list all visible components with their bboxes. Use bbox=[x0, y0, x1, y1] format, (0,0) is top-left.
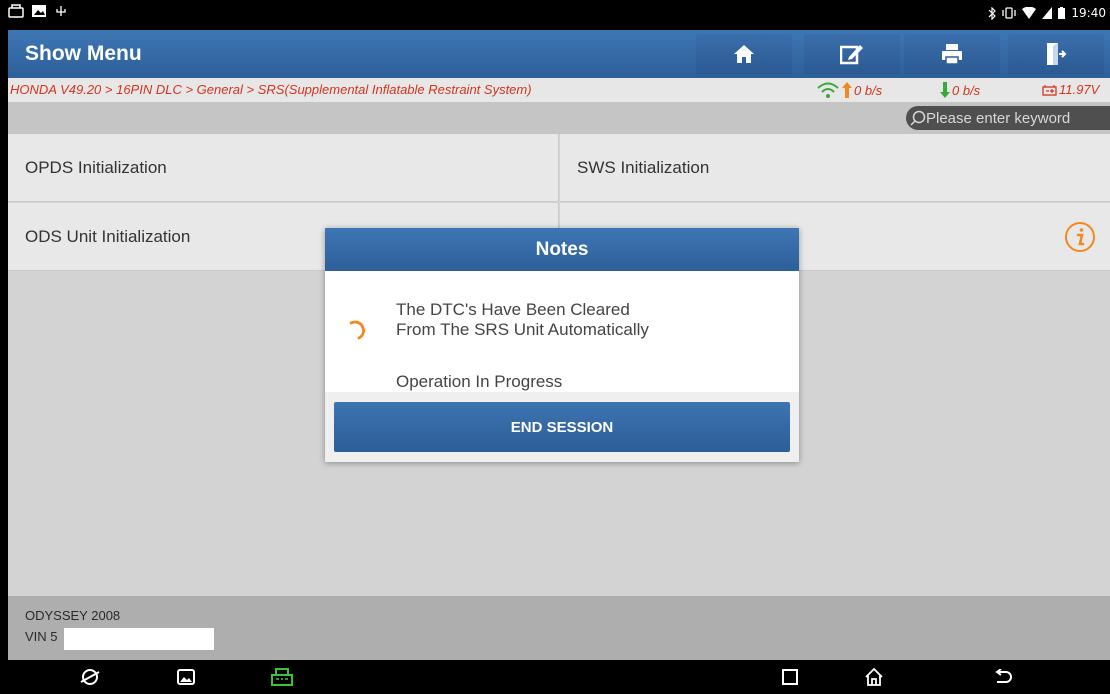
progress-text: Operation In Progress bbox=[396, 372, 563, 391]
car-battery-icon bbox=[1042, 84, 1057, 96]
wifi-icon bbox=[1022, 7, 1037, 19]
loading-spinner-icon bbox=[349, 320, 365, 340]
vci-connector-icon bbox=[271, 668, 293, 686]
download-arrow-icon bbox=[940, 82, 950, 98]
home-outline-icon bbox=[865, 667, 883, 686]
menu-item-label: ODS Unit Initialization bbox=[25, 227, 191, 246]
dialog-message: The DTC's Have Been Cleared From The SRS… bbox=[396, 300, 649, 340]
home-button[interactable] bbox=[696, 34, 792, 74]
notes-dialog: Notes The DTC's Have Been Cleared From T… bbox=[325, 228, 799, 462]
vehicle-vin: VIN 5 bbox=[25, 629, 58, 644]
vehicle-info-footer: ODYSSEY 2008 VIN 5 bbox=[8, 596, 1110, 660]
usb-icon bbox=[56, 6, 66, 16]
system-nav-bar bbox=[8, 660, 1110, 694]
upload-arrow-icon bbox=[842, 82, 852, 98]
vibrate-icon bbox=[1002, 7, 1017, 19]
breadcrumb: HONDA V49.20 > 16PIN DLC > General > SRS… bbox=[10, 82, 532, 97]
edit-icon bbox=[840, 45, 863, 65]
menu-item-label: OPDS Initialization bbox=[25, 158, 167, 177]
home-icon bbox=[734, 45, 754, 63]
print-button[interactable] bbox=[904, 34, 1000, 74]
info-icon[interactable] bbox=[1064, 221, 1096, 253]
menu-item-label: SWS Initialization bbox=[577, 158, 710, 177]
search-bar: Please enter keyword bbox=[8, 102, 1110, 134]
dialog-title: Notes bbox=[535, 238, 589, 260]
app-header: Show Menu bbox=[8, 30, 1110, 78]
browser-icon bbox=[80, 669, 100, 685]
vci-nav-button[interactable] bbox=[262, 660, 302, 694]
bluetooth-icon bbox=[988, 6, 997, 20]
battery-icon bbox=[1058, 7, 1066, 19]
exit-button[interactable] bbox=[1008, 34, 1104, 74]
vehicle-model: ODYSSEY 2008 bbox=[25, 608, 121, 623]
upload-rate: 0 b/s bbox=[854, 82, 883, 98]
menu-item-opds-initialization[interactable]: OPDS Initialization bbox=[8, 134, 559, 202]
end-session-button[interactable]: END SESSION bbox=[334, 402, 790, 452]
menu-item-sws-initialization[interactable]: SWS Initialization bbox=[560, 134, 1110, 202]
dialog-message-line1: The DTC's Have Been Cleared bbox=[396, 300, 630, 319]
exit-icon bbox=[1047, 43, 1067, 65]
search-icon bbox=[910, 110, 926, 126]
browser-nav-button[interactable] bbox=[70, 660, 110, 694]
vci-icon bbox=[8, 4, 24, 18]
status-time: 19:40 bbox=[1071, 6, 1106, 20]
signal-icon bbox=[1042, 7, 1053, 19]
dialog-footer: END SESSION bbox=[325, 392, 799, 462]
download-status: 0 b/s bbox=[940, 82, 980, 98]
back-icon bbox=[995, 669, 1012, 683]
back-nav-button[interactable] bbox=[984, 660, 1024, 694]
search-input[interactable]: Please enter keyword bbox=[906, 106, 1110, 130]
wifi-signal-icon bbox=[817, 82, 839, 98]
voltage-value: 11.97V bbox=[1059, 82, 1100, 97]
gallery-icon bbox=[177, 669, 195, 685]
dialog-header: Notes bbox=[325, 228, 799, 271]
download-rate: 0 b/s bbox=[952, 82, 981, 98]
edit-button[interactable] bbox=[804, 34, 900, 74]
home-nav-button[interactable] bbox=[854, 660, 894, 694]
print-icon bbox=[942, 44, 962, 65]
search-placeholder: Please enter keyword bbox=[926, 109, 1071, 127]
voltage-status: 11.97V bbox=[1042, 82, 1099, 97]
status-bar: 19:40 bbox=[8, 0, 1110, 30]
page-title: Show Menu bbox=[25, 42, 142, 65]
vin-redaction bbox=[64, 628, 214, 650]
upload-status: 0 b/s bbox=[816, 82, 882, 98]
breadcrumb-bar: HONDA V49.20 > 16PIN DLC > General > SRS… bbox=[8, 78, 1110, 102]
gallery-nav-button[interactable] bbox=[166, 660, 206, 694]
dialog-message-line2: From The SRS Unit Automatically bbox=[396, 320, 649, 339]
recents-icon bbox=[782, 669, 798, 685]
image-icon bbox=[32, 5, 46, 17]
recents-nav-button[interactable] bbox=[770, 660, 810, 694]
